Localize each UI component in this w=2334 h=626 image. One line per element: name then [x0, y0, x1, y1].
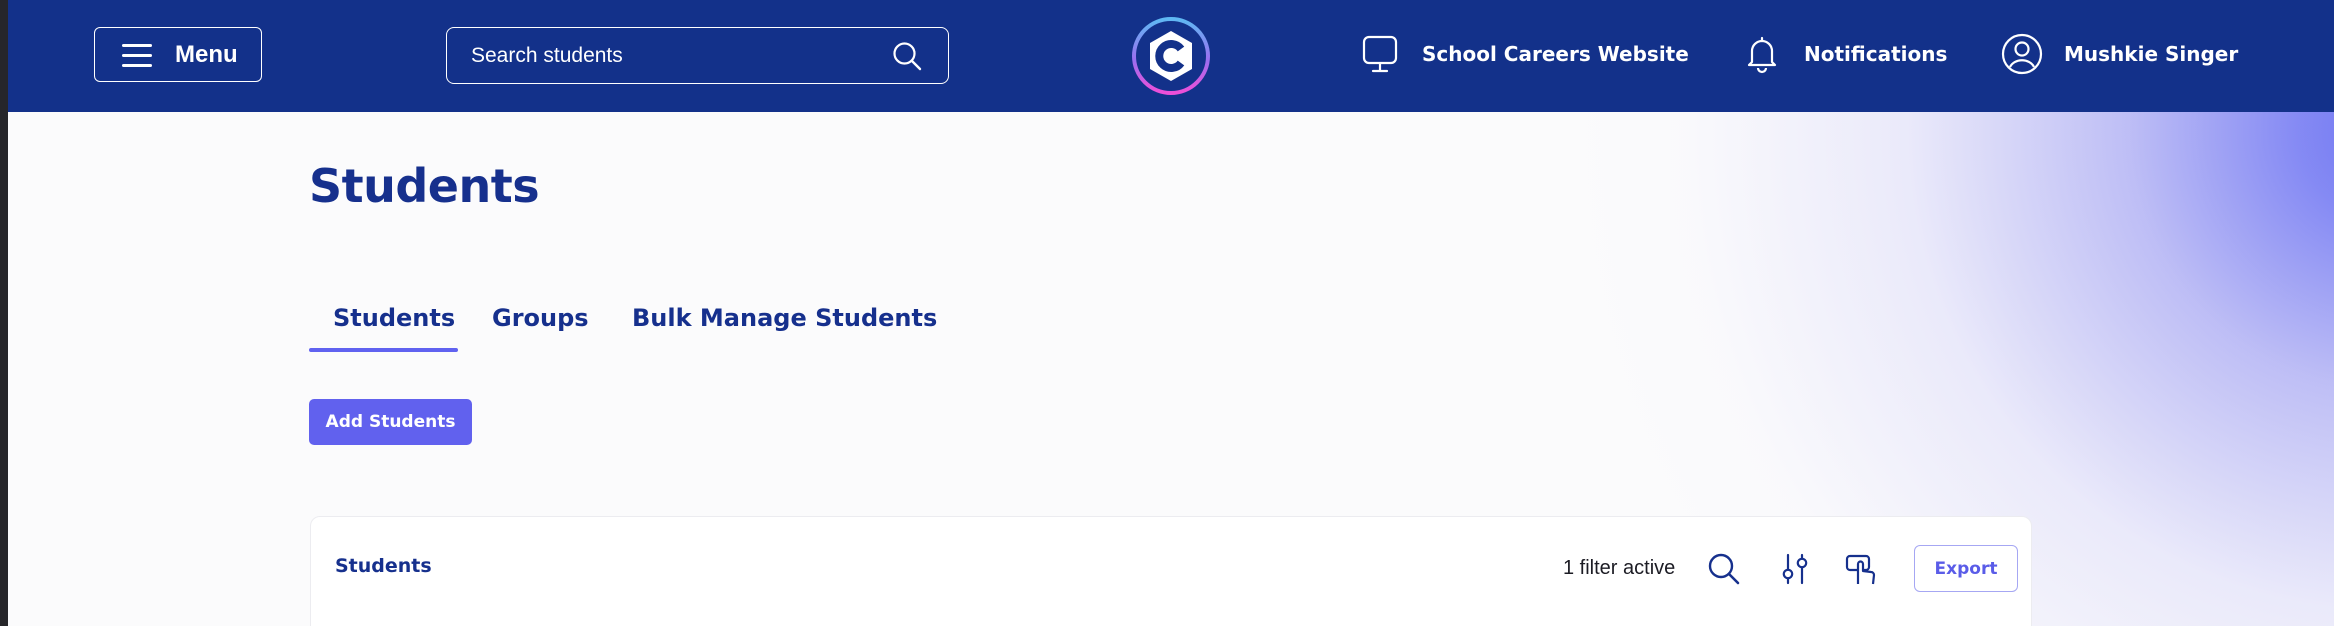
menu-button-label: Menu	[175, 41, 238, 68]
monitor-icon	[1362, 35, 1398, 73]
tab-bulk-manage-students[interactable]: Bulk Manage Students	[632, 300, 937, 336]
tab-groups[interactable]: Groups	[492, 300, 589, 336]
user-avatar-icon	[2001, 33, 2043, 75]
notifications-label: Notifications	[1804, 42, 1948, 66]
search-icon[interactable]	[891, 40, 923, 72]
filter-status[interactable]: 1 filter active	[1563, 557, 1675, 580]
add-students-button[interactable]: Add Students	[309, 399, 472, 445]
students-table-card: Students 1 filter active Export	[310, 516, 2032, 626]
top-navigation-bar: Menu Search students School Careers Webs…	[8, 0, 2334, 112]
user-name-label: Mushkie Singer	[2064, 42, 2239, 66]
search-field[interactable]	[446, 27, 949, 84]
search-input[interactable]	[469, 40, 873, 72]
window-edge	[0, 0, 8, 626]
card-title: Students	[335, 555, 432, 577]
notifications-link[interactable]: Notifications	[1740, 31, 1947, 77]
active-tab-indicator	[309, 348, 458, 352]
app-window: Menu Search students School Careers Webs…	[8, 0, 2334, 626]
menu-button[interactable]: Menu	[94, 27, 262, 82]
school-careers-website-link[interactable]: School Careers Website	[1358, 31, 1689, 77]
search-icon[interactable]	[1706, 551, 1742, 587]
sliders-icon[interactable]	[1777, 551, 1813, 587]
bell-icon	[1747, 36, 1777, 74]
pointer-select-icon[interactable]	[1844, 551, 1880, 587]
export-button[interactable]: Export	[1914, 545, 2018, 592]
tab-students[interactable]: Students	[333, 300, 455, 336]
school-careers-website-label: School Careers Website	[1422, 42, 1689, 66]
hamburger-icon	[122, 42, 152, 68]
user-profile-link[interactable]: Mushkie Singer	[2000, 31, 2238, 77]
page-title: Students	[309, 159, 540, 213]
careers-logo-icon[interactable]	[1130, 15, 1212, 97]
